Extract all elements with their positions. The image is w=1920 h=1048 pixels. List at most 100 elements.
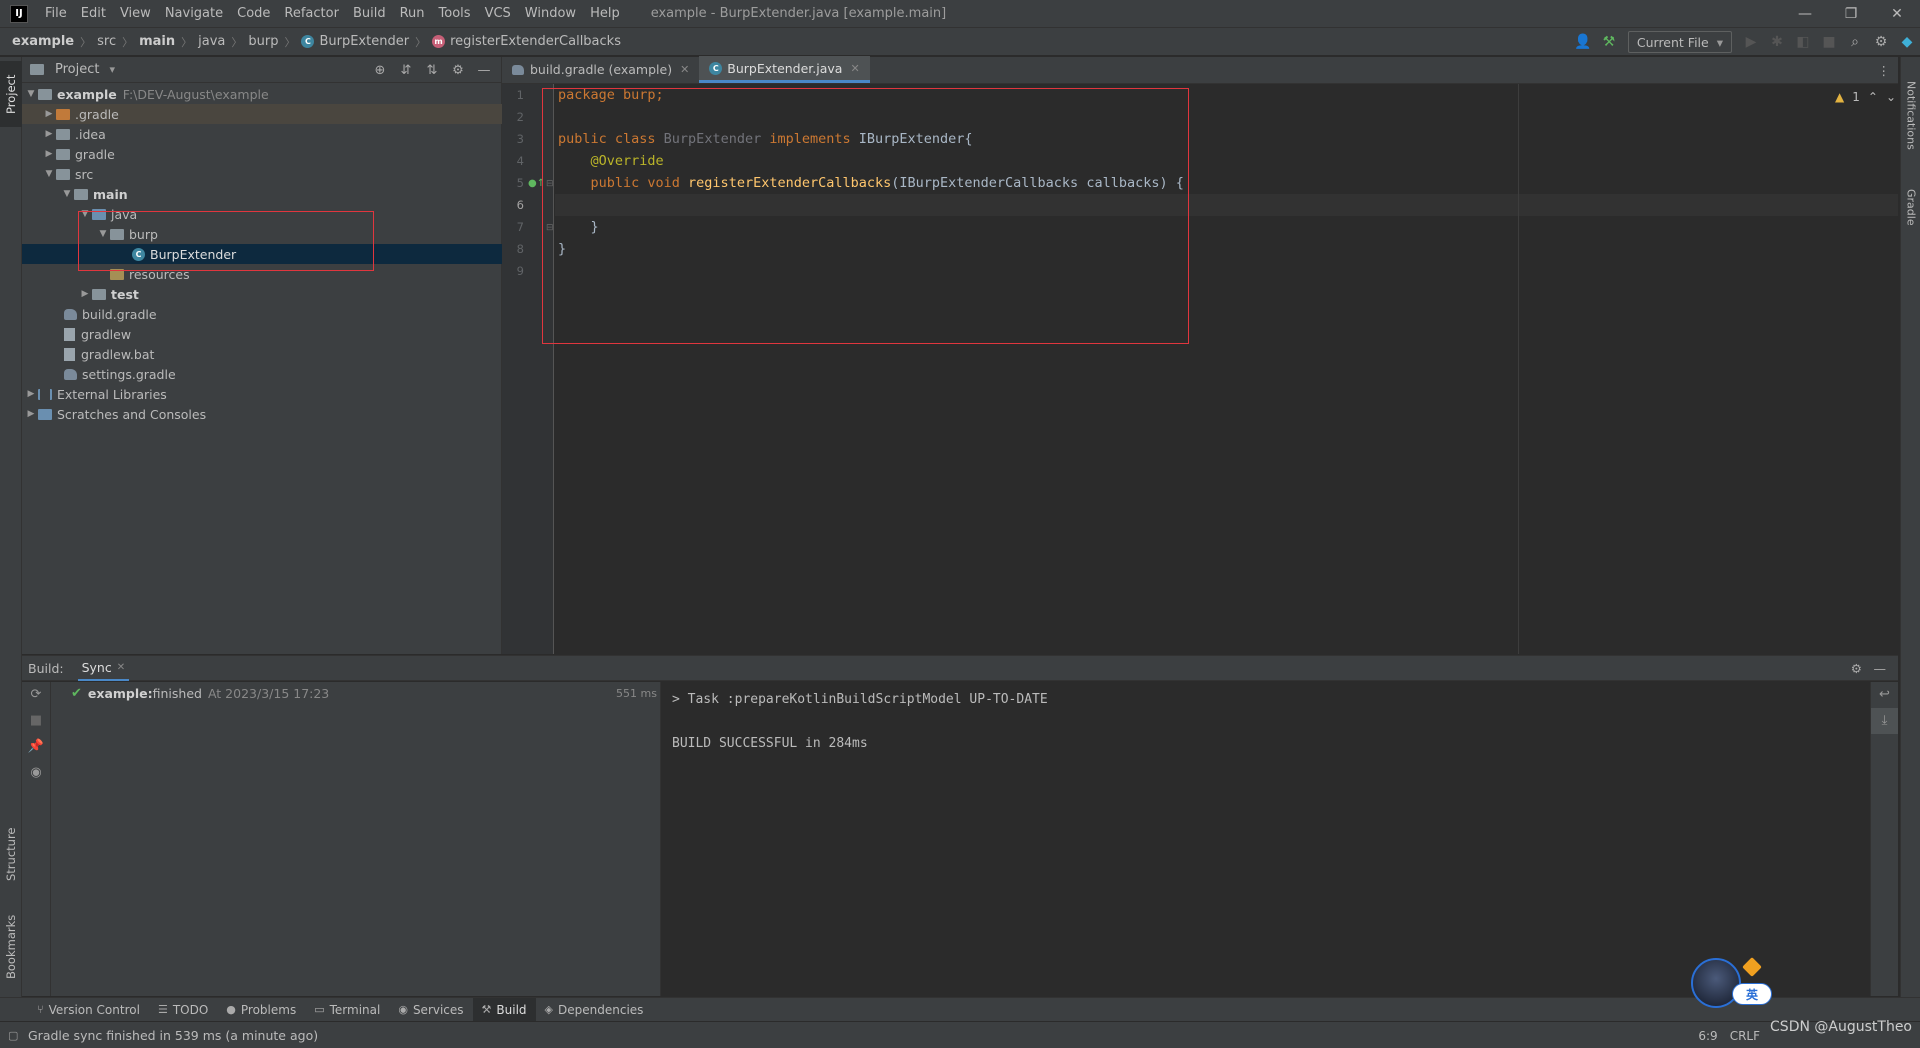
gradle-tool-tab[interactable]: Gradle [1901,177,1920,237]
menu-build[interactable]: Build [346,0,393,28]
refresh-icon[interactable]: ⟳ [22,682,50,708]
hide-icon[interactable]: — [1874,661,1887,676]
tree-item-gradle[interactable]: ▶ gradle [22,144,502,164]
tree-item-burp[interactable]: ▼ burp [22,224,502,244]
breadcrumb-src[interactable]: src [97,34,116,49]
breadcrumb-class[interactable]: C BurpExtender [301,34,409,49]
chevron-down-icon[interactable]: ▼ [96,229,110,239]
terminal-tool-button[interactable]: ▭ Terminal [305,998,389,1022]
menu-edit[interactable]: Edit [74,0,113,28]
status-toggle-icon[interactable]: ▢ [8,1029,18,1042]
menu-run[interactable]: Run [393,0,432,28]
run-icon[interactable]: ▶ [1738,28,1764,56]
services-tool-button[interactable]: ◉ Services [389,998,472,1022]
build-console[interactable]: > Task :prepareKotlinBuildScriptModel UP… [662,682,1870,996]
build-result-row[interactable]: ✔ example: finished At 2023/3/15 17:23 5… [71,682,661,704]
minimize-button[interactable]: — [1782,0,1828,28]
locate-icon[interactable]: ⊕ [367,63,393,78]
gear-icon[interactable]: ⚙ [445,63,471,78]
tree-item-example[interactable]: ▼ example F:\DEV-August\example [22,84,502,104]
chevron-right-icon[interactable]: ▶ [24,409,38,419]
stop-icon[interactable]: ■ [1816,28,1842,56]
todo-tool-button[interactable]: ☰ TODO [149,998,217,1022]
menu-help[interactable]: Help [583,0,627,28]
breadcrumb-method[interactable]: m registerExtenderCallbacks [432,34,621,49]
hide-icon[interactable]: — [471,63,497,78]
chevron-right-icon[interactable]: ▶ [42,149,56,159]
menu-navigate[interactable]: Navigate [158,0,230,28]
jetbrains-icon[interactable]: ◆ [1894,28,1920,56]
debug-icon[interactable]: ✱ [1764,28,1790,56]
chevron-up-icon[interactable]: ⌃ [1868,90,1878,104]
chevron-right-icon[interactable]: ▶ [42,109,56,119]
breadcrumb-burp[interactable]: burp [248,34,278,49]
breadcrumb-example[interactable]: example [12,34,74,49]
tree-item-main[interactable]: ▼ main [22,184,502,204]
chevron-right-icon[interactable]: ▶ [24,389,38,399]
menu-file[interactable]: File [38,0,74,28]
tree-item-gradlew[interactable]: gradlew [22,324,502,344]
coverage-icon[interactable]: ◧ [1790,28,1816,56]
inspection-widget[interactable]: ▲ 1 ⌃ ⌄ [1835,90,1896,104]
stop-icon[interactable]: ■ [22,708,50,734]
breadcrumb-java[interactable]: java [198,34,225,49]
tab-sync[interactable]: Sync ✕ [77,655,130,681]
chevron-right-icon[interactable]: ▶ [78,289,92,299]
tab-burpextender-java[interactable]: C BurpExtender.java ✕ [699,56,870,83]
tree-item-external-libraries[interactable]: ▶ External Libraries [22,384,502,404]
problems-tool-button[interactable]: ● Problems [217,998,305,1022]
eye-icon[interactable]: ◉ [22,760,50,786]
code-editor[interactable]: package burp; public class BurpExtender … [542,84,1898,654]
caret-position[interactable]: 6:9 [1698,1029,1717,1043]
tree-item-src[interactable]: ▼ src [22,164,502,184]
tree-item-test[interactable]: ▶ test [22,284,502,304]
scroll-to-end-icon[interactable]: ⤓ [1871,708,1898,734]
fold-icon[interactable]: ⊟ [546,223,554,233]
bookmarks-tool-tab[interactable]: Bookmarks [0,905,22,989]
chevron-down-icon[interactable]: ▼ [60,189,74,199]
menu-refactor[interactable]: Refactor [277,0,346,28]
build-tool-button[interactable]: ⚒ Build [472,997,536,1022]
chevron-down-icon[interactable]: ▾ [109,63,115,76]
menu-tools[interactable]: Tools [432,0,478,28]
version-control-tool-button[interactable]: ⑂ Version Control [28,998,149,1022]
soft-wrap-icon[interactable]: ↩ [1871,682,1898,708]
menu-window[interactable]: Window [518,0,583,28]
close-icon[interactable]: ✕ [680,63,689,76]
breadcrumb-main[interactable]: main [139,34,175,49]
menu-vcs[interactable]: VCS [478,0,518,28]
run-configuration-select[interactable]: Current File ▾ [1627,31,1732,53]
tab-build-gradle[interactable]: build.gradle (example) ✕ [502,56,699,83]
implements-method-icon[interactable]: ●↑ [528,178,545,189]
gear-icon[interactable]: ⚙ [1851,661,1862,676]
more-icon[interactable]: ⋮ [1878,57,1891,84]
tree-item-java[interactable]: ▼ java [22,204,502,224]
notifications-tool-tab[interactable]: Notifications [1901,65,1920,165]
tree-item-scratches[interactable]: ▶ Scratches and Consoles [22,404,502,424]
close-icon[interactable]: ✕ [117,662,125,673]
project-panel-title[interactable]: Project [55,62,99,77]
status-message[interactable]: Gradle sync finished in 539 ms (a minute… [28,1028,318,1043]
structure-tool-tab[interactable]: Structure [0,819,22,889]
menu-view[interactable]: View [113,0,158,28]
hammer-icon[interactable]: ⚒ [1596,28,1622,56]
tree-item-gradlew-bat[interactable]: gradlew.bat [22,344,502,364]
tree-item-burpextender[interactable]: C BurpExtender [22,244,502,264]
pin-icon[interactable]: 📌 [22,734,50,760]
tree-item-resources[interactable]: resources [22,264,502,284]
project-tool-tab[interactable]: Project [0,61,22,127]
menu-code[interactable]: Code [230,0,277,28]
collapse-all-icon[interactable]: ⇅ [419,63,445,78]
close-icon[interactable]: ✕ [850,62,859,75]
gear-icon[interactable]: ⚙ [1868,28,1894,56]
line-separator[interactable]: CRLF [1730,1029,1760,1043]
restore-button[interactable]: ❐ [1828,0,1874,28]
fold-icon[interactable]: ⊟ [546,179,554,189]
tree-item-dot-gradle[interactable]: ▶ .gradle [22,104,502,124]
chevron-down-icon[interactable]: ▼ [78,209,92,219]
tree-item-settings-gradle[interactable]: settings.gradle [22,364,502,384]
expand-all-icon[interactable]: ⇵ [393,63,419,78]
input-method-badge[interactable]: 英 [1732,983,1772,1005]
close-button[interactable]: ✕ [1874,0,1920,28]
dependencies-tool-button[interactable]: ◈ Dependencies [536,998,653,1022]
